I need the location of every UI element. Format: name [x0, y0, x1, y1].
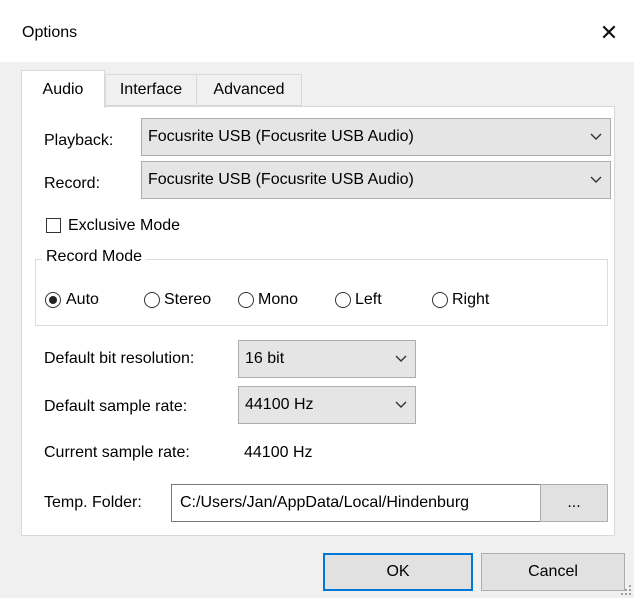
temp-folder-label: Temp. Folder:	[44, 494, 142, 511]
bit-resolution-value: 16 bit	[245, 350, 285, 367]
radio-right[interactable]	[432, 292, 448, 308]
chevron-down-icon	[590, 133, 602, 140]
temp-folder-input[interactable]: C:/Users/Jan/AppData/Local/Hindenburg	[171, 484, 541, 522]
sample-rate-label: Default sample rate:	[44, 398, 188, 415]
chevron-down-icon	[590, 176, 602, 183]
current-sample-rate-value: 44100 Hz	[244, 444, 313, 461]
current-sample-rate-label: Current sample rate:	[44, 444, 190, 461]
exclusive-mode-label[interactable]: Exclusive Mode	[68, 217, 180, 235]
radio-stereo-label[interactable]: Stereo	[164, 291, 211, 309]
playback-device-select[interactable]: Focusrite USB (Focusrite USB Audio)	[141, 118, 611, 156]
tab-advanced[interactable]: Advanced	[196, 74, 302, 106]
radio-left-label[interactable]: Left	[355, 291, 382, 309]
title-bar: Options ✕	[0, 0, 634, 62]
browse-folder-label: ...	[567, 494, 581, 511]
radio-auto[interactable]	[45, 292, 61, 308]
record-mode-title: Record Mode	[42, 248, 147, 266]
browse-folder-button[interactable]: ...	[540, 484, 608, 522]
resize-grip-icon[interactable]	[620, 584, 632, 596]
tab-advanced-label: Advanced	[213, 81, 285, 98]
record-mode-group	[35, 259, 608, 326]
chevron-down-icon	[395, 355, 407, 362]
tab-interface-label: Interface	[119, 81, 183, 98]
ok-button[interactable]: OK	[323, 553, 473, 591]
playback-device-value: Focusrite USB (Focusrite USB Audio)	[148, 128, 414, 145]
close-button[interactable]: ✕	[594, 18, 624, 48]
sample-rate-select[interactable]: 44100 Hz	[238, 386, 416, 424]
record-device-select[interactable]: Focusrite USB (Focusrite USB Audio)	[141, 161, 611, 199]
playback-label: Playback:	[44, 132, 114, 149]
window-title: Options	[22, 24, 78, 41]
bit-resolution-label: Default bit resolution:	[44, 350, 195, 367]
tab-audio-label: Audio	[42, 80, 84, 98]
radio-auto-label[interactable]: Auto	[66, 291, 99, 309]
radio-left[interactable]	[335, 292, 351, 308]
tab-audio[interactable]: Audio	[21, 70, 105, 108]
close-icon: ✕	[599, 20, 619, 45]
radio-right-label[interactable]: Right	[452, 291, 489, 309]
radio-mono[interactable]	[238, 292, 254, 308]
sample-rate-value: 44100 Hz	[245, 396, 314, 413]
record-label: Record:	[44, 175, 101, 192]
record-device-value: Focusrite USB (Focusrite USB Audio)	[148, 171, 414, 188]
radio-mono-label[interactable]: Mono	[258, 291, 298, 309]
exclusive-mode-checkbox[interactable]	[46, 218, 61, 233]
radio-stereo[interactable]	[144, 292, 160, 308]
bit-resolution-select[interactable]: 16 bit	[238, 340, 416, 378]
cancel-button-label: Cancel	[528, 563, 578, 580]
cancel-button[interactable]: Cancel	[481, 553, 625, 591]
ok-button-label: OK	[386, 563, 410, 580]
chevron-down-icon	[395, 401, 407, 408]
tab-interface[interactable]: Interface	[105, 74, 197, 106]
